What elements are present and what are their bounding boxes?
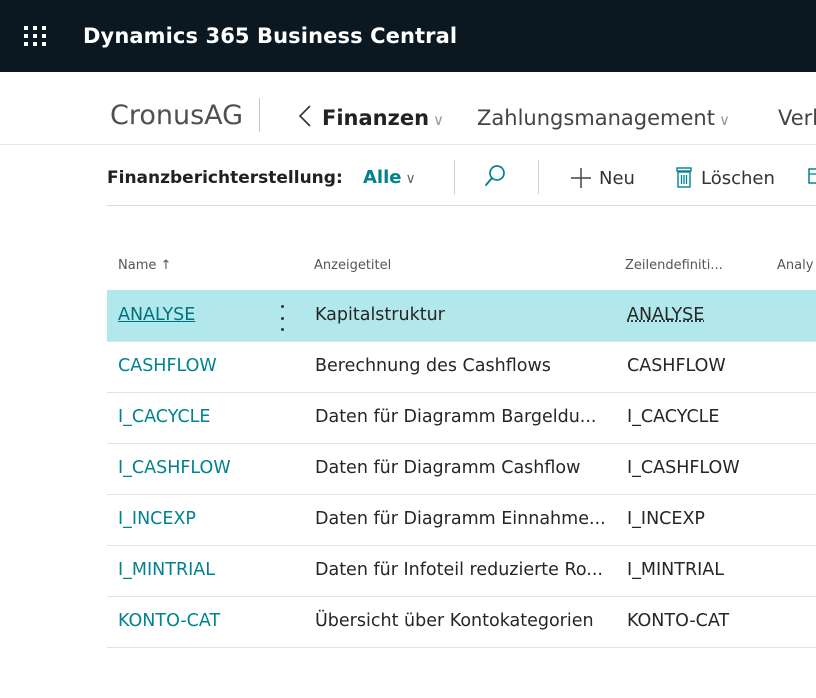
nav-item-zahlungsmanagement-label: Zahlungsmanagement — [477, 106, 715, 130]
app-launcher-icon[interactable] — [24, 26, 46, 44]
column-header-anzeigetitel[interactable]: Anzeigetitel — [314, 258, 391, 273]
row-rowdef[interactable]: ANALYSE — [627, 305, 704, 325]
table-row[interactable]: I_CACYCLE Daten für Diagramm Bargeldu...… — [107, 392, 816, 443]
table-row[interactable]: ANALYSE Kapitalstruktur ANALYSE — [107, 290, 816, 341]
table-header: Name ↑ Anzeigetitel Zeilendefiniti... An… — [107, 240, 816, 290]
row-rowdef: I_MINTRIAL — [627, 560, 724, 580]
trash-icon — [675, 167, 693, 189]
back-chevron-icon[interactable] — [298, 104, 312, 133]
row-title: Daten für Diagramm Cashflow — [315, 458, 580, 478]
delete-button[interactable]: Löschen — [675, 164, 775, 192]
table-row-partial[interactable] — [107, 647, 816, 698]
search-icon — [482, 162, 510, 190]
overflow-action-icon[interactable] — [808, 168, 816, 184]
row-name-link[interactable]: CASHFLOW — [118, 356, 217, 376]
row-title: Daten für Diagramm Einnahme... — [315, 509, 606, 529]
row-name-link[interactable]: KONTO-CAT — [118, 611, 220, 631]
navigation-bar: CronusAG Finanzen ∨ Zahlungsmanagement ∨ V… — [0, 96, 816, 140]
row-title: Übersicht über Kontokategorien — [315, 611, 594, 631]
report-list-table: Name ↑ Anzeigetitel Zeilendefiniti... An… — [107, 240, 816, 698]
nav-item-verk[interactable]: Verk — [778, 106, 816, 130]
sort-ascending-icon: ↑ — [161, 258, 172, 273]
row-rowdef: KONTO-CAT — [627, 611, 729, 631]
nav-item-finanzen[interactable]: Finanzen ∨ — [322, 106, 444, 130]
row-title: Daten für Diagramm Bargeldu... — [315, 407, 596, 427]
row-rowdef: I_CACYCLE — [627, 407, 719, 427]
row-rowdef: I_INCEXP — [627, 509, 705, 529]
row-name-link[interactable]: ANALYSE — [118, 305, 195, 325]
nav-divider-line — [0, 144, 816, 145]
column-header-zeilendefinition[interactable]: Zeilendefiniti... — [625, 258, 723, 273]
table-row[interactable]: CASHFLOW Berechnung des Cashflows CASHFL… — [107, 341, 816, 392]
table-row[interactable]: I_INCEXP Daten für Diagramm Einnahme... … — [107, 494, 816, 545]
plus-icon — [569, 166, 593, 190]
row-name-link[interactable]: I_CACYCLE — [118, 407, 210, 427]
row-name-link[interactable]: I_MINTRIAL — [118, 560, 215, 580]
column-header-analyse[interactable]: Analy — [777, 258, 813, 273]
table-row[interactable]: I_MINTRIAL Daten für Infoteil reduzierte… — [107, 545, 816, 596]
app-bar: Dynamics 365 Business Central — [0, 0, 816, 72]
nav-item-finanzen-label: Finanzen — [322, 106, 429, 130]
action-divider — [538, 160, 539, 194]
app-title: Dynamics 365 Business Central — [83, 24, 457, 48]
page-title: Finanzberichterstellung: — [107, 168, 343, 188]
column-header-name-label: Name — [118, 258, 156, 273]
row-rowdef: CASHFLOW — [627, 356, 726, 376]
row-title: Daten für Infoteil reduzierte Ro... — [315, 560, 603, 580]
row-title: Kapitalstruktur — [315, 305, 445, 325]
row-name-link[interactable]: I_CASHFLOW — [118, 458, 231, 478]
view-filter-label: Alle — [363, 167, 401, 188]
chevron-left-icon — [298, 104, 312, 128]
table-row[interactable]: I_CASHFLOW Daten für Diagramm Cashflow I… — [107, 443, 816, 494]
action-bar: Finanzberichterstellung: Alle ∨ Neu Lösch… — [0, 158, 816, 198]
company-name[interactable]: CronusAG — [110, 100, 243, 131]
new-button-label: Neu — [599, 168, 635, 189]
new-button[interactable]: Neu — [569, 164, 635, 192]
nav-item-zahlungsmanagement[interactable]: Zahlungsmanagement ∨ — [477, 106, 730, 130]
row-name-link[interactable]: I_INCEXP — [118, 509, 196, 529]
row-rowdef: I_CASHFLOW — [627, 458, 740, 478]
chevron-down-icon: ∨ — [719, 111, 730, 129]
action-divider — [454, 160, 455, 194]
row-actions-menu-icon[interactable] — [275, 303, 289, 333]
action-bar-divider-line — [107, 205, 816, 206]
row-title: Berechnung des Cashflows — [315, 356, 551, 376]
chevron-down-icon: ∨ — [405, 171, 415, 187]
column-header-name[interactable]: Name ↑ — [118, 258, 171, 273]
nav-divider — [259, 98, 260, 132]
view-filter-dropdown[interactable]: Alle ∨ — [363, 167, 416, 188]
table-row[interactable]: KONTO-CAT Übersicht über Kontokategorien… — [107, 596, 816, 647]
chevron-down-icon: ∨ — [433, 111, 444, 129]
search-button[interactable] — [482, 162, 510, 190]
delete-button-label: Löschen — [701, 168, 775, 189]
